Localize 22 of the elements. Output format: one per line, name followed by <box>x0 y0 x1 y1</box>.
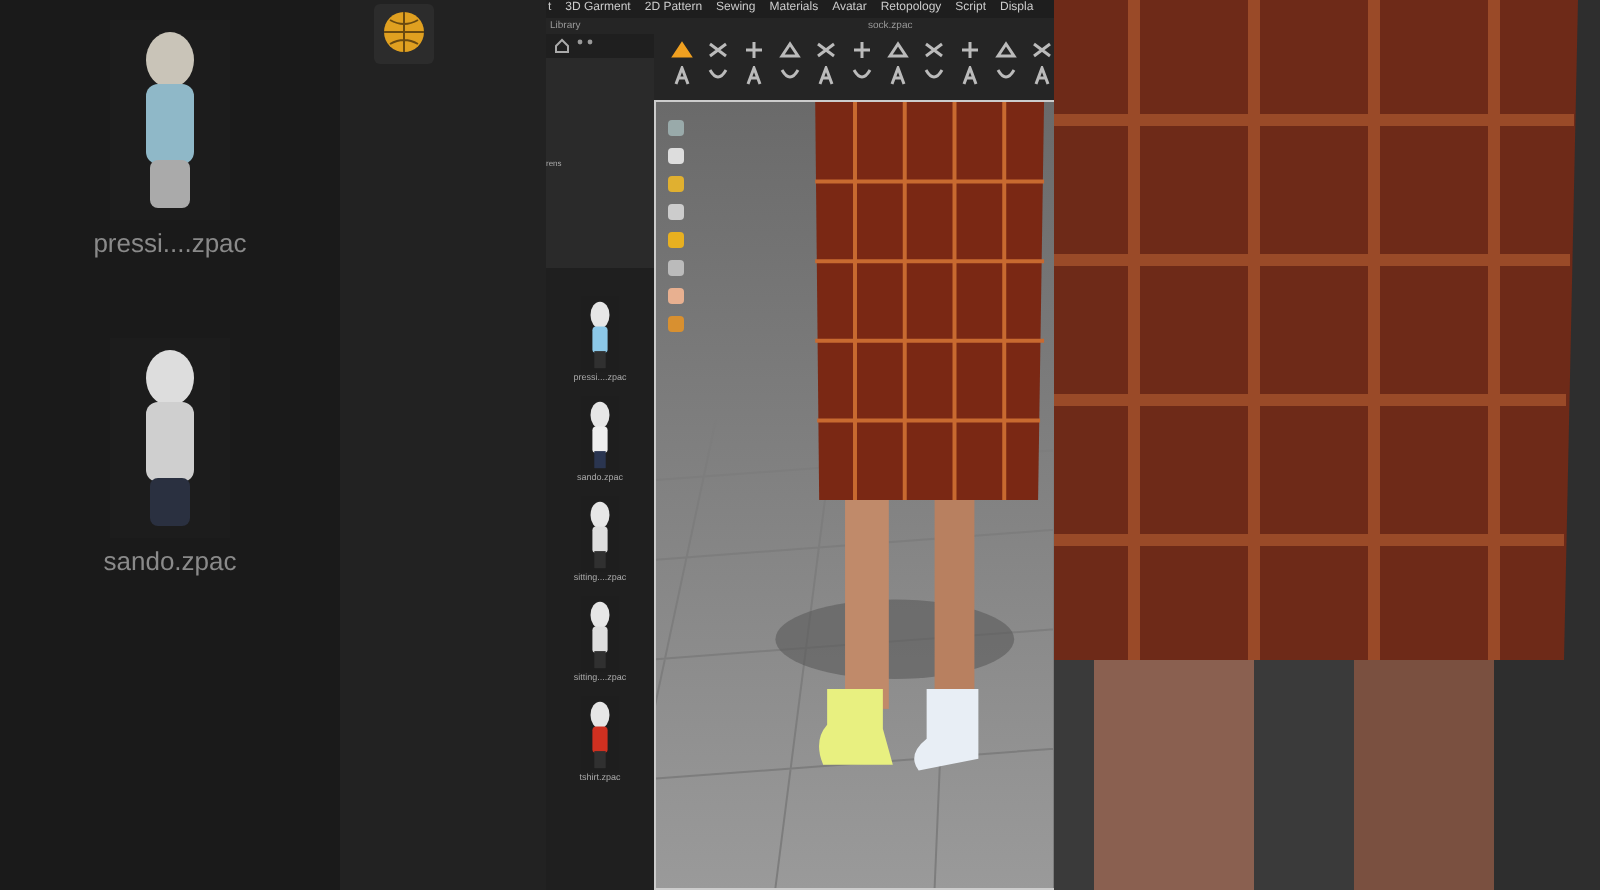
home-icon[interactable] <box>554 37 570 54</box>
tool-icon[interactable] <box>742 39 766 60</box>
tool-icon[interactable] <box>958 65 982 86</box>
tool-icon[interactable] <box>742 65 766 86</box>
tool-icon[interactable] <box>1030 65 1054 86</box>
tool-icon[interactable] <box>670 65 694 86</box>
tool-icon[interactable] <box>850 39 874 60</box>
tool-icon[interactable] <box>922 39 946 60</box>
tool-icon[interactable] <box>670 39 694 60</box>
tool-icon[interactable] <box>814 65 838 86</box>
dots-icon[interactable] <box>576 37 596 46</box>
tool-icon[interactable] <box>778 39 802 60</box>
globe-icon[interactable] <box>374 4 434 64</box>
tool-icon[interactable] <box>706 39 730 60</box>
tool-icon[interactable] <box>814 39 838 60</box>
tool-icon[interactable] <box>994 39 1018 60</box>
tool-icon[interactable] <box>886 65 910 86</box>
file-label: sando.zpac <box>103 546 237 576</box>
tool-icon[interactable] <box>958 39 982 60</box>
file-label: pressi....zpac <box>93 228 247 258</box>
tool-icon[interactable] <box>886 39 910 60</box>
tool-icon[interactable] <box>1030 39 1054 60</box>
